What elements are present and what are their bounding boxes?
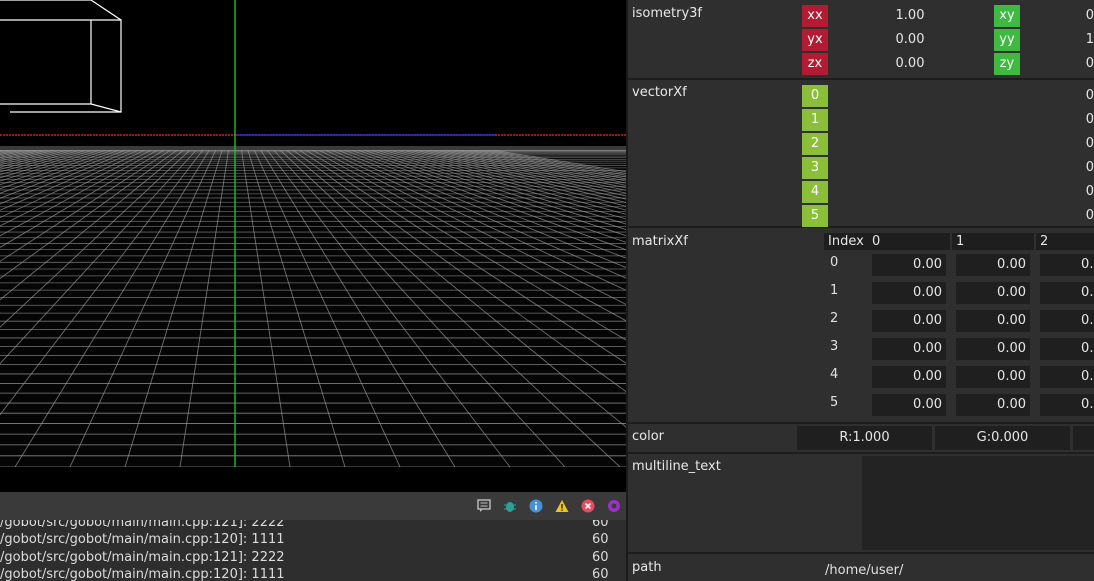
matrix-cell-field[interactable]: 0.00 (872, 338, 946, 360)
matrix-cell-field[interactable]: 0.00 (956, 394, 1030, 416)
zy-field[interactable]: 0 (1021, 53, 1094, 75)
log-row: /gobot/src/gobot/main/main.cpp:120]: 111… (0, 566, 626, 581)
matrix-row-label: 1 (830, 283, 839, 298)
warning-icon[interactable] (555, 499, 569, 513)
matrix-row-label: 3 (830, 339, 839, 354)
zy-tag: zy (994, 53, 1020, 75)
matrix-cell-field[interactable]: 0.00 (956, 282, 1030, 304)
matrix-cell-field[interactable]: 0.00 (872, 254, 946, 276)
isometry-property: isometry3f xx 1.00 xy 0 yx 0.00 yy 1 zx … (628, 0, 1094, 80)
zx-field[interactable]: 0.00 (829, 53, 991, 75)
yy-field[interactable]: 1 (1021, 29, 1094, 51)
property-label: vectorXf (632, 85, 687, 100)
error-icon[interactable] (581, 499, 595, 513)
viewport-canvas[interactable] (0, 0, 626, 467)
vector-index-tag: 1 (802, 109, 828, 131)
matrix-cell-field[interactable]: 0.00 (872, 366, 946, 388)
log-level: 60 (592, 532, 609, 547)
property-label: matrixXf (632, 234, 688, 249)
matrix-cell-field[interactable]: 0.00 (1040, 366, 1094, 388)
vector-value-field[interactable]: 0 (829, 205, 1094, 227)
matrix-cell-field[interactable]: 0.00 (956, 366, 1030, 388)
yx-field[interactable]: 0.00 (829, 29, 991, 51)
matrix-header-col-2: 2 (1036, 233, 1094, 250)
vector-value-field[interactable]: 0 (829, 181, 1094, 203)
yx-tag: yx (802, 29, 828, 51)
path-property: path /home/user/ (628, 554, 1094, 581)
vector-index-tag: 5 (802, 205, 828, 227)
wireframe-box (0, 0, 122, 113)
xy-field[interactable]: 0 (1021, 5, 1094, 27)
matrix-row-label: 0 (830, 255, 839, 270)
vector-index-tag: 3 (802, 157, 828, 179)
log-message: /gobot/src/gobot/main/main.cpp:120]: 111… (0, 567, 285, 581)
bug-icon[interactable] (503, 499, 517, 513)
matrix-row-label: 5 (830, 395, 839, 410)
color-r-field[interactable]: R:1.000 (797, 426, 932, 450)
matrix-header-col-0: 0 (868, 233, 950, 250)
horizon-band (0, 146, 626, 150)
vector-index-tag: 4 (802, 181, 828, 203)
log-message: /gobot/src/gobot/main/main.cpp:121]: 222… (0, 550, 285, 565)
log-message: /gobot/src/gobot/main/main.cpp:120]: 111… (0, 532, 285, 547)
matrix-cell-field[interactable]: 0.00 (1040, 394, 1094, 416)
matrix-cell-field[interactable]: 0.00 (872, 282, 946, 304)
color-g-field[interactable]: G:0.000 (935, 426, 1070, 450)
log-level: 60 (592, 567, 609, 581)
3d-viewport[interactable] (0, 0, 626, 467)
inspector-panel: isometry3f xx 1.00 xy 0 yx 0.00 yy 1 zx … (628, 0, 1094, 581)
matrix-header-index: Index (824, 233, 868, 250)
matrix-cell-field[interactable]: 0.00 (956, 254, 1030, 276)
matrix-cell-field[interactable]: 0.00 (956, 338, 1030, 360)
matrix-cell-field[interactable]: 0.00 (1040, 254, 1094, 276)
property-label: color (632, 429, 665, 444)
matrix-cell-field[interactable]: 0.00 (1040, 282, 1094, 304)
log-row: /gobot/src/gobot/main/main.cpp:121]: 222… (0, 549, 626, 567)
vector-property: vectorXf 001020304050 (628, 80, 1094, 228)
vector-value-field[interactable]: 0 (829, 157, 1094, 179)
console-toolbar (0, 492, 626, 521)
xx-tag: xx (802, 5, 828, 27)
settings-icon[interactable] (607, 499, 621, 513)
console-log[interactable]: /gobot/src/gobot/main/main.cpp:121]: 222… (0, 520, 626, 581)
vector-index-tag: 2 (802, 133, 828, 155)
property-label: path (632, 560, 662, 575)
vector-value-field[interactable]: 0 (829, 109, 1094, 131)
property-label: multiline_text (632, 459, 721, 474)
viewport-bottom-bar (0, 467, 626, 492)
matrix-cell-field[interactable]: 0.00 (1040, 338, 1094, 360)
vector-index-tag: 0 (802, 85, 828, 107)
multiline-property: multiline_text (628, 454, 1094, 554)
matrix-header-col-1: 1 (952, 233, 1034, 250)
matrix-cell-field[interactable]: 0.00 (956, 310, 1030, 332)
multiline-text-area[interactable] (862, 456, 1094, 550)
matrix-row-label: 4 (830, 367, 839, 382)
vector-value-field[interactable]: 0 (829, 85, 1094, 107)
vector-value-field[interactable]: 0 (829, 133, 1094, 155)
log-row: /gobot/src/gobot/main/main.cpp:120]: 111… (0, 531, 626, 549)
xx-field[interactable]: 1.00 (829, 5, 991, 27)
xy-tag: xy (994, 5, 1020, 27)
log-level: 60 (592, 550, 609, 565)
color-b-field[interactable] (1073, 426, 1094, 450)
matrix-cell-field[interactable]: 0.00 (1040, 310, 1094, 332)
matrix-cell-field[interactable]: 0.00 (872, 394, 946, 416)
zx-tag: zx (802, 53, 828, 75)
matrix-row-label: 2 (830, 311, 839, 326)
property-label: isometry3f (632, 6, 702, 21)
yy-tag: yy (994, 29, 1020, 51)
path-field[interactable]: /home/user/ (825, 563, 903, 578)
matrix-cell-field[interactable]: 0.00 (872, 310, 946, 332)
chat-icon[interactable] (477, 499, 491, 513)
info-icon[interactable] (529, 499, 543, 513)
